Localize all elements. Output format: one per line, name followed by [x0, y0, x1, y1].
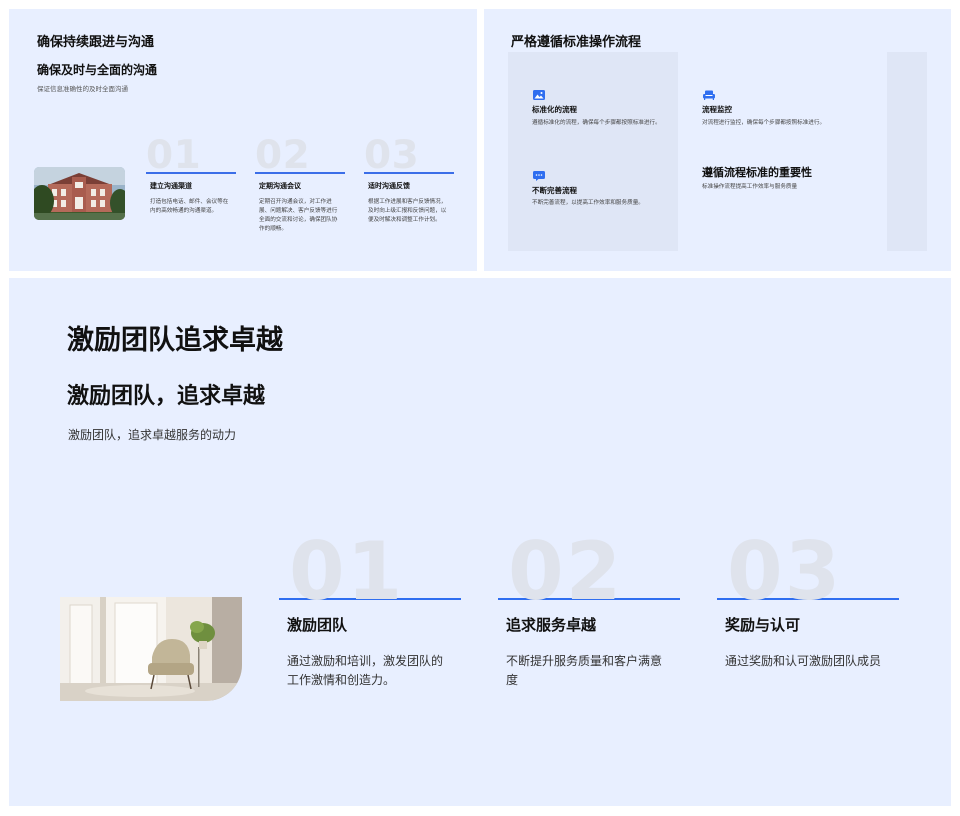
slide-subtitle: 激励团队，追求卓越 — [67, 384, 266, 409]
slide-title: 确保持续跟进与沟通 — [37, 35, 155, 50]
step-card: 03 适时沟通反馈 根据工作进展和客户反馈情况，及时向上级汇报和反馈问题，以便及… — [364, 136, 456, 225]
step-text: 定期召开沟通会议，对工作进展、问题解决、客户反馈等进行全面的交流和讨论，确保团队… — [259, 199, 338, 232]
step-number: 02 — [255, 133, 311, 178]
step-title: 定期沟通会议 — [259, 182, 301, 190]
step-title: 追求服务卓越 — [506, 616, 597, 634]
step-title: 适时沟通反馈 — [368, 182, 410, 190]
process-item: 流程监控 对流程进行监控，确保每个步骤都按照标准进行。 — [702, 104, 832, 128]
step-title: 建立沟通渠道 — [150, 182, 192, 190]
step-card: 02 定期沟通会议 定期召开沟通会议，对工作进展、问题解决、客户反馈等进行全面的… — [255, 136, 347, 234]
step-card: 01 激励团队 通过激励和培训，激发团队的工作激情和创造力。 — [279, 532, 463, 689]
slide-title: 激励团队追求卓越 — [67, 325, 283, 356]
sofa-icon — [703, 85, 715, 104]
interior-photo — [60, 597, 242, 701]
slide-motivate-team: 激励团队追求卓越 激励团队，追求卓越 激励团队，追求卓越服务的动力 01 激励团… — [9, 278, 951, 806]
side-panel — [887, 52, 927, 251]
slide-description: 保证信息准确性的及时全面沟通 — [37, 85, 128, 93]
step-text: 通过奖励和认可激励团队成员 — [725, 654, 882, 668]
step-number: 01 — [146, 133, 202, 178]
slide-title: 严格遵循标准操作流程 — [511, 35, 642, 50]
building-photo — [34, 167, 125, 220]
step-number: 01 — [289, 525, 405, 618]
highlight-text: 标准操作流程提高工作效率与服务质量 — [702, 184, 798, 190]
process-item: 标准化的流程 遵循标准化的流程，确保每个步骤都按照标准进行。 — [532, 104, 662, 128]
step-card: 02 追求服务卓越 不断提升服务质量和客户满意度 — [498, 532, 682, 689]
step-card: 03 奖励与认可 通过奖励和认可激励团队成员 — [717, 532, 901, 671]
image-icon — [533, 85, 545, 104]
step-card: 01 建立沟通渠道 打造包括电话、邮件、会议等在内的高效畅通的沟通渠道。 — [146, 136, 238, 216]
slide-description: 激励团队，追求卓越服务的动力 — [68, 428, 237, 442]
content-card — [508, 52, 678, 251]
step-text: 根据工作进展和客户反馈情况，及时向上级汇报和反馈问题，以便及时解决和调整工作计划… — [368, 199, 447, 223]
slide-follow-up-communication: 确保持续跟进与沟通 确保及时与全面的沟通 保证信息准确性的及时全面沟通 01 建… — [9, 9, 477, 271]
step-text: 打造包括电话、邮件、会议等在内的高效畅通的沟通渠道。 — [150, 199, 229, 214]
slide-standard-process: 严格遵循标准操作流程 标准化的流程 遵循标准化的流程，确保每个步骤都按照标准进行… — [484, 9, 951, 271]
step-number: 02 — [508, 525, 624, 618]
item-title: 不断完善流程 — [532, 186, 577, 195]
step-number: 03 — [727, 525, 843, 618]
step-text: 通过激励和培训，激发团队的工作激情和创造力。 — [287, 654, 444, 687]
item-text: 不断完善流程，以提高工作效率和服务质量。 — [532, 200, 644, 206]
highlight-title: 遵循流程标准的重要性 — [702, 166, 812, 179]
process-item: 不断完善流程 不断完善流程，以提高工作效率和服务质量。 — [532, 185, 662, 208]
item-title: 标准化的流程 — [532, 105, 577, 114]
highlight-block: 遵循流程标准的重要性 标准操作流程提高工作效率与服务质量 — [702, 164, 872, 192]
step-number: 03 — [364, 133, 420, 178]
item-text: 遵循标准化的流程，确保每个步骤都按照标准进行。 — [532, 120, 661, 126]
item-title: 流程监控 — [702, 105, 732, 114]
slide-subtitle: 确保及时与全面的沟通 — [37, 63, 158, 77]
chat-icon — [533, 166, 545, 185]
item-text: 对流程进行监控，确保每个步骤都按照标准进行。 — [702, 120, 826, 126]
step-text: 不断提升服务质量和客户满意度 — [506, 654, 663, 687]
